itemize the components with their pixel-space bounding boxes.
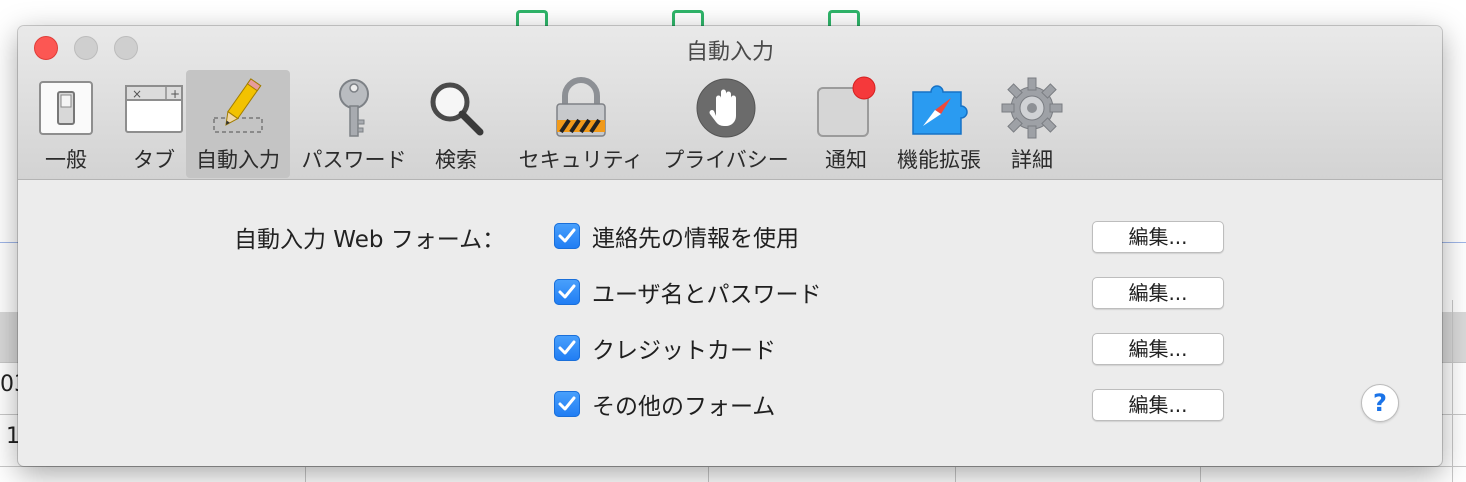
tab-search[interactable]: 検索	[430, 70, 484, 178]
tab-general[interactable]: 一般	[32, 70, 100, 178]
gear-icon	[1001, 77, 1063, 139]
tab-tabs[interactable]: × + タブ	[118, 70, 190, 178]
edit-contacts-button[interactable]: 編集...	[1092, 221, 1224, 253]
tab-notifications[interactable]: 通知	[816, 70, 876, 178]
tab-extensions[interactable]: 機能拡張	[892, 70, 986, 178]
usernames-passwords-checkbox[interactable]	[554, 279, 580, 305]
tab-privacy-label: プライバシー	[663, 148, 789, 172]
checkmark-icon	[558, 228, 576, 243]
tab-search-label: 検索	[435, 148, 477, 172]
puzzle-compass-icon	[912, 85, 968, 135]
tab-general-label: 一般	[45, 148, 87, 172]
tab-autofill-label: 自動入力	[196, 148, 280, 172]
contacts-checkbox[interactable]	[554, 223, 580, 249]
hand-icon	[696, 78, 756, 138]
tabs-icon: × +	[125, 85, 183, 133]
notification-badge-icon	[817, 76, 876, 137]
contacts-label[interactable]: 連絡先の情報を使用	[592, 219, 799, 253]
tab-advanced[interactable]: 詳細	[998, 70, 1066, 178]
tab-advanced-label: 詳細	[1011, 148, 1053, 172]
window-titlebar: 自動入力 一般 × + タブ 自動入力 パスワード 検索 セキュリティ プライバ…	[18, 26, 1442, 180]
general-switch-icon	[39, 81, 93, 135]
edit-passwords-button[interactable]: 編集...	[1092, 277, 1224, 309]
usernames-passwords-label[interactable]: ユーザ名とパスワード	[592, 275, 822, 309]
padlock-icon	[556, 77, 606, 137]
help-button[interactable]: ?	[1361, 384, 1399, 422]
tab-extensions-label: 機能拡張	[897, 148, 981, 172]
tab-passwords[interactable]: パスワード	[301, 70, 407, 178]
other-forms-checkbox[interactable]	[554, 391, 580, 417]
edit-credit-cards-button[interactable]: 編集...	[1092, 333, 1224, 365]
tab-tabs-label: タブ	[133, 148, 175, 172]
pencil-autofill-icon	[213, 78, 263, 133]
tab-autofill[interactable]: 自動入力	[186, 70, 290, 178]
credit-cards-label[interactable]: クレジットカード	[592, 331, 776, 365]
background-gridline	[1452, 300, 1453, 482]
checkmark-icon	[558, 284, 576, 299]
svg-text:×: ×	[132, 87, 142, 101]
tab-privacy[interactable]: プライバシー	[656, 70, 796, 178]
background-gridline	[0, 466, 1466, 467]
tab-security[interactable]: セキュリティ	[506, 70, 656, 178]
tab-passwords-label: パスワード	[301, 148, 407, 172]
credit-cards-checkbox[interactable]	[554, 335, 580, 361]
checkmark-icon	[558, 396, 576, 411]
tab-security-label: セキュリティ	[518, 148, 644, 172]
window-title: 自動入力	[685, 40, 774, 65]
tab-notifications-label: 通知	[825, 148, 867, 172]
magnifier-icon	[430, 82, 484, 136]
key-icon	[339, 79, 369, 137]
autofill-forms-label: 自動入力 Web フォーム：	[234, 227, 506, 253]
checkmark-icon	[558, 340, 576, 355]
svg-text:+: +	[170, 87, 180, 101]
preferences-window: 自動入力 一般 × + タブ 自動入力 パスワード 検索 セキュリティ プライバ…	[18, 26, 1442, 466]
edit-other-forms-button[interactable]: 編集...	[1092, 389, 1224, 421]
other-forms-label[interactable]: その他のフォーム	[592, 387, 775, 421]
